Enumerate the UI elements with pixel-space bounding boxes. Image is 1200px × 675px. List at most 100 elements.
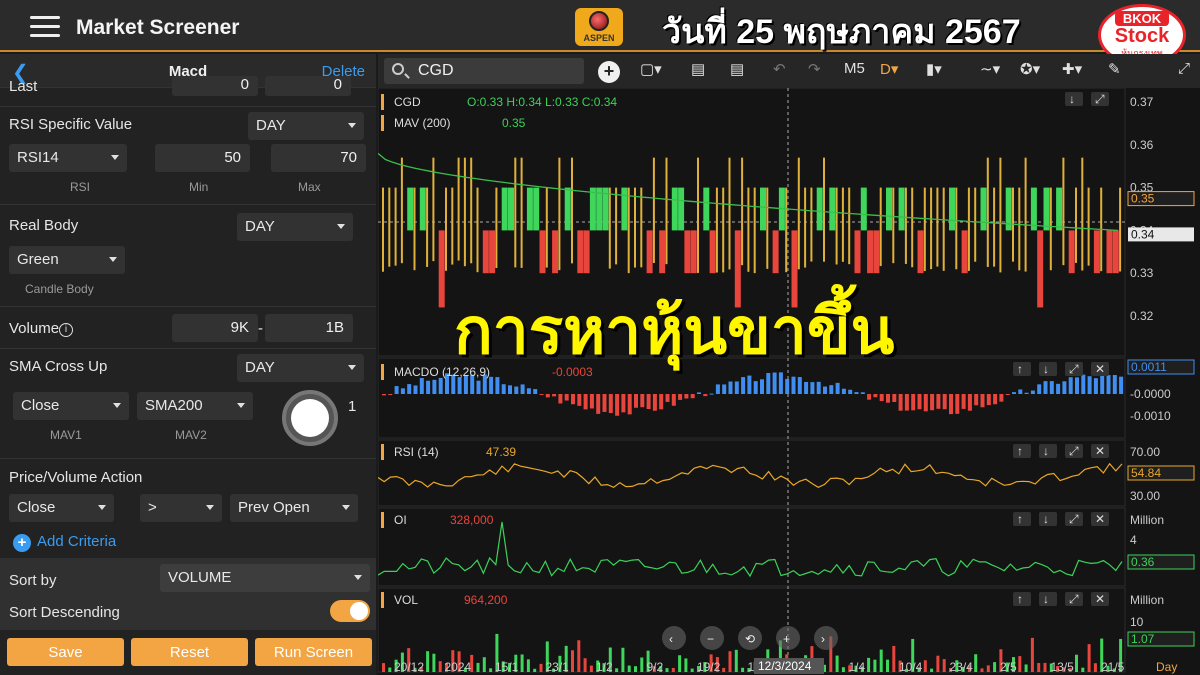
macd-bar bbox=[1112, 375, 1117, 394]
fullscreen-icon[interactable]: ⤢ bbox=[1178, 60, 1190, 77]
vol-y-tick: 10 bbox=[1130, 615, 1144, 629]
volume-min-field[interactable]: 9K bbox=[172, 314, 258, 342]
info-icon[interactable]: i bbox=[59, 323, 74, 337]
price-candle bbox=[407, 187, 414, 231]
chart-nav-icon: › bbox=[821, 632, 825, 646]
candlestick-type-icon[interactable]: ▮▾ bbox=[926, 60, 942, 78]
save-button[interactable]: Save bbox=[7, 638, 124, 666]
top-bar: Market Screener ASPEN วันที่ 25 พฤษภาคม … bbox=[0, 0, 1200, 66]
last-max-field[interactable]: 0 bbox=[265, 76, 351, 96]
macd-bar bbox=[1005, 394, 1010, 395]
add-criteria-link[interactable]: Add Criteria bbox=[37, 533, 116, 550]
redo-icon[interactable]: ↷ bbox=[808, 60, 821, 78]
volume-max-field[interactable]: 1B bbox=[265, 314, 353, 342]
price-candle bbox=[722, 187, 725, 273]
price-candle bbox=[678, 187, 685, 231]
price-candle bbox=[904, 187, 907, 264]
macd-bar bbox=[678, 394, 683, 400]
x-axis-tick: 19/2 bbox=[697, 660, 721, 674]
panel-control-icon: ✕ bbox=[1095, 444, 1105, 458]
rsi-y-tick: 70.00 bbox=[1130, 445, 1160, 459]
macd-bar bbox=[1062, 381, 1067, 394]
add-indicator-icon[interactable]: + bbox=[598, 61, 620, 83]
panel-marker bbox=[381, 94, 384, 110]
document-icon[interactable]: ▢▾ bbox=[640, 60, 662, 78]
fibonacci-icon[interactable]: ✪▾ bbox=[1020, 60, 1040, 78]
macd-bar bbox=[1024, 392, 1029, 394]
price-candle bbox=[564, 187, 571, 231]
macd-bar bbox=[571, 394, 575, 405]
mode-select[interactable]: D▾ bbox=[880, 60, 898, 78]
macd-bar bbox=[873, 394, 878, 398]
run-screen-button[interactable]: Run Screen bbox=[255, 638, 372, 666]
volume-bar bbox=[621, 647, 625, 672]
menu-icon[interactable] bbox=[30, 16, 60, 38]
price-candle bbox=[571, 157, 573, 264]
volume-bar bbox=[571, 650, 574, 672]
divider bbox=[0, 458, 376, 459]
volume-bar bbox=[476, 662, 480, 672]
pva-operator-select[interactable]: > bbox=[140, 494, 222, 522]
volume-bar bbox=[879, 649, 883, 672]
pva-target-select[interactable]: Prev Open bbox=[230, 494, 358, 522]
real-body-period-select[interactable]: DAY bbox=[237, 213, 353, 241]
macd-bar bbox=[407, 384, 412, 394]
vol-y-tick: Million bbox=[1130, 593, 1164, 607]
macd-bar bbox=[886, 394, 890, 403]
volume-bar bbox=[993, 662, 997, 672]
macd-bar bbox=[426, 380, 431, 394]
x-axis-tick: 23/1 bbox=[546, 660, 570, 674]
price-candle bbox=[508, 187, 514, 231]
interval-select[interactable]: M5 bbox=[844, 60, 865, 77]
sort-desc-toggle[interactable] bbox=[330, 600, 370, 622]
price-candle bbox=[382, 187, 384, 272]
reset-button[interactable]: Reset bbox=[131, 638, 248, 666]
panel-control-icon: ⤢ bbox=[1068, 592, 1079, 606]
price-candle bbox=[1024, 157, 1027, 272]
price-candle bbox=[419, 187, 426, 231]
sort-section: Sort by VOLUME Sort Descending bbox=[0, 558, 376, 630]
price-candle bbox=[1030, 187, 1037, 231]
mav2-select[interactable]: SMA200 bbox=[137, 392, 253, 420]
macd-bar bbox=[848, 389, 853, 394]
x-axis-tick: 13/5 bbox=[1051, 660, 1075, 674]
sma-period-select[interactable]: DAY bbox=[237, 354, 364, 382]
drawing-tool-icon[interactable]: ∼▾ bbox=[980, 60, 1000, 78]
rsi-indicator-select[interactable]: RSI14 bbox=[9, 144, 127, 172]
compare-chart-icon[interactable]: ▤ bbox=[691, 60, 705, 78]
logo-text: ASPEN bbox=[583, 33, 615, 43]
divider bbox=[0, 204, 376, 205]
chevron-down-icon bbox=[111, 155, 119, 160]
volume-bar bbox=[382, 663, 385, 672]
rsi-min-field[interactable]: 50 bbox=[155, 144, 250, 172]
macd-bar bbox=[867, 394, 872, 400]
symbol-search[interactable]: CGD bbox=[384, 58, 584, 84]
panel-marker bbox=[381, 444, 384, 460]
rsi-max-field[interactable]: 70 bbox=[271, 144, 366, 172]
price-candle bbox=[986, 157, 989, 267]
undo-icon[interactable]: ↶ bbox=[773, 60, 786, 78]
rsi-period-select[interactable]: DAY bbox=[248, 112, 364, 140]
price-candle bbox=[873, 230, 880, 274]
pencil-icon[interactable]: ✎ bbox=[1108, 60, 1121, 78]
chevron-down-icon bbox=[206, 505, 214, 510]
volume-bar bbox=[892, 645, 896, 672]
floating-action-button[interactable] bbox=[282, 390, 338, 446]
line-chart-icon[interactable]: ▤ bbox=[730, 60, 744, 78]
add-icon[interactable]: + bbox=[13, 534, 31, 552]
price-candle bbox=[810, 187, 813, 262]
real-body-color-select[interactable]: Green bbox=[9, 246, 125, 274]
volume-bar bbox=[886, 659, 889, 672]
volume-bar bbox=[520, 654, 524, 672]
price-candle bbox=[823, 157, 825, 262]
pva-field-select[interactable]: Close bbox=[9, 494, 114, 522]
crosshair-icon[interactable]: ✚▾ bbox=[1062, 60, 1082, 78]
panel-control-icon: ↓ bbox=[1043, 444, 1049, 458]
pva-label: Price/Volume Action bbox=[9, 469, 143, 486]
sort-by-select[interactable]: VOLUME bbox=[160, 564, 370, 592]
mav1-select[interactable]: Close bbox=[13, 392, 129, 420]
rsi-period-value: DAY bbox=[256, 117, 286, 134]
price-candle bbox=[388, 187, 391, 267]
last-min-field[interactable]: 0 bbox=[172, 76, 258, 96]
price-candle bbox=[545, 187, 548, 268]
